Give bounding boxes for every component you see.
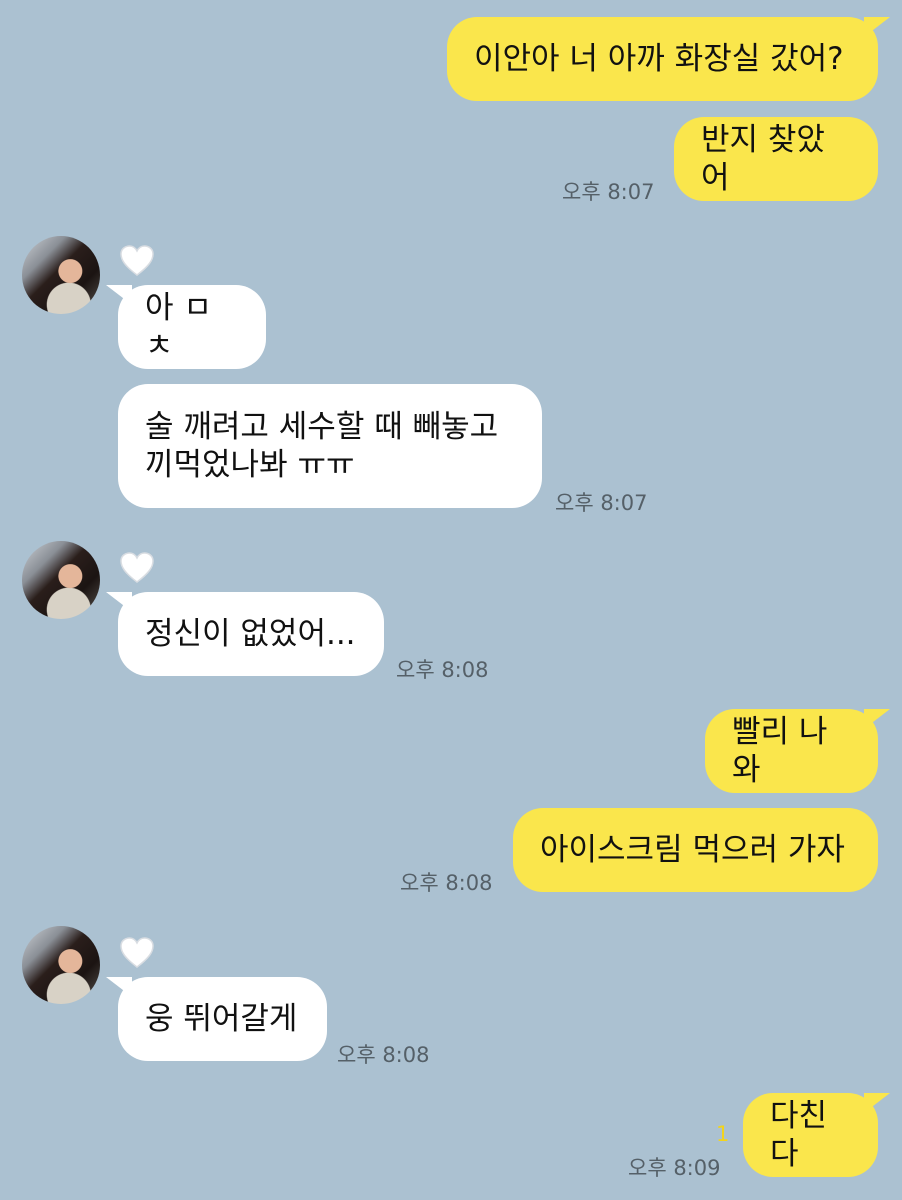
message-timestamp: 오후 8:07 [562, 180, 655, 204]
message-text: 술 깨려고 세수할 때 빼놓고 끼먹었나봐 ㅠㅠ [145, 409, 499, 483]
message-timestamp: 오후 8:08 [337, 1043, 430, 1067]
their-message-bubble[interactable]: 정신이 없었어... [106, 592, 384, 676]
unread-count: 1 [716, 1122, 730, 1146]
heart-icon[interactable] [119, 935, 155, 971]
my-message-bubble[interactable]: 반지 찾았어 [674, 117, 878, 201]
their-message-bubble[interactable]: 웅 뛰어갈게 [106, 977, 327, 1061]
message-text: 웅 뛰어갈게 [145, 1001, 298, 1037]
heart-icon[interactable] [119, 550, 155, 586]
my-message-bubble[interactable]: 빨리 나와 [705, 709, 890, 793]
profile-avatar[interactable] [22, 541, 100, 619]
message-timestamp: 오후 8:08 [400, 871, 493, 895]
message-text: 아 ㅁㅊ [145, 290, 212, 364]
my-message-bubble[interactable]: 이안아 너 아까 화장실 갔어? [447, 17, 890, 101]
profile-avatar[interactable] [22, 236, 100, 314]
message-text: 반지 찾았어 [701, 122, 825, 196]
message-text: 정신이 없었어... [145, 616, 356, 652]
their-message-bubble[interactable]: 술 깨려고 세수할 때 빼놓고 끼먹었나봐 ㅠㅠ [118, 384, 542, 508]
message-timestamp: 오후 8:07 [555, 491, 648, 515]
message-text: 다친다 [770, 1098, 828, 1172]
heart-icon[interactable] [119, 243, 155, 279]
message-text: 빨리 나와 [732, 714, 828, 788]
my-message-bubble[interactable]: 다친다 [743, 1093, 890, 1177]
my-message-bubble[interactable]: 아이스크림 먹으러 가자 [513, 808, 878, 892]
message-timestamp: 오후 8:09 [628, 1156, 721, 1180]
message-timestamp: 오후 8:08 [396, 658, 489, 682]
their-message-bubble[interactable]: 아 ㅁㅊ [106, 285, 266, 369]
message-text: 아이스크림 먹으러 가자 [540, 832, 845, 868]
profile-avatar[interactable] [22, 926, 100, 1004]
message-text: 이안아 너 아까 화장실 갔어? [474, 41, 844, 77]
